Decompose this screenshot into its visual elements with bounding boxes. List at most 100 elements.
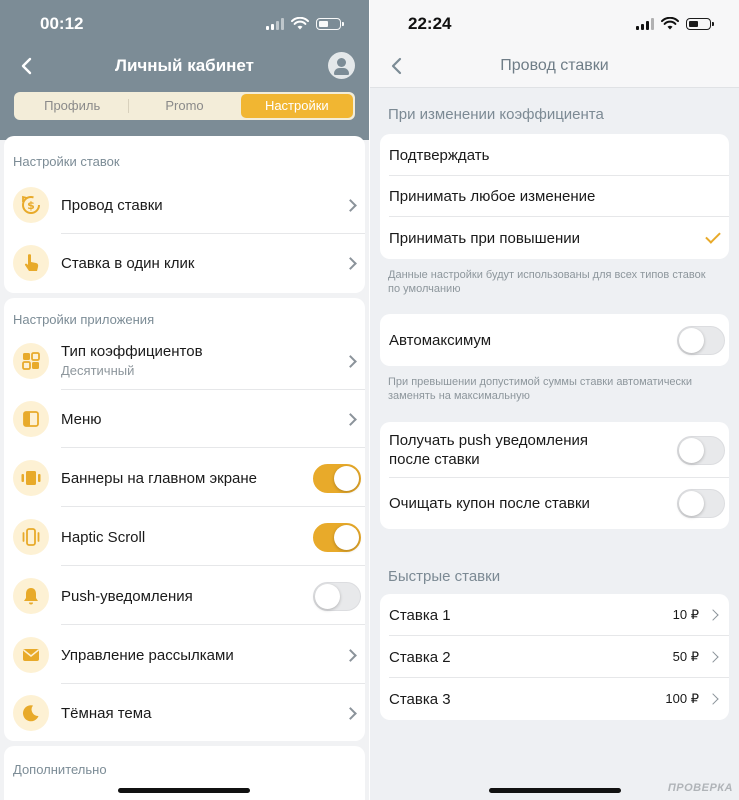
checkmark-icon	[705, 228, 721, 244]
automax-row[interactable]: Автомаксимум	[380, 319, 729, 361]
bell-icon	[13, 578, 49, 614]
clear-coupon-row[interactable]: Очищать купон после ставки	[380, 482, 729, 524]
settings-row-bet-confirm[interactable]: $ Провод ставки	[4, 176, 365, 234]
settings-row-dark-theme[interactable]: Тёмная тема	[4, 684, 365, 742]
profile-settings-screen: 00:12 Личный кабинет Профиль Promo Настр…	[0, 0, 369, 800]
row-label: Тёмная тема	[61, 704, 152, 722]
bet-processing-header: 22:24 Провод ставки	[370, 0, 739, 88]
haptic-toggle[interactable]	[313, 522, 361, 552]
option-accept-any[interactable]: Принимать любое изменение	[380, 175, 729, 217]
watermark: ПРОВЕРКА	[667, 782, 733, 794]
quick-bet-2[interactable]: Ставка 2 50 ₽	[380, 636, 729, 678]
settings-row-one-click[interactable]: Ставка в один клик	[4, 234, 365, 292]
tab-settings[interactable]: Настройки	[240, 94, 353, 118]
chevron-right-icon	[344, 706, 357, 720]
chevron-right-icon	[344, 354, 357, 368]
chevron-right-icon	[344, 198, 357, 212]
automax-toggle[interactable]	[677, 325, 725, 355]
quick-bets-card: Ставка 1 10 ₽ Ставка 2 50 ₽ Ставка 3 100…	[380, 594, 729, 720]
settings-row-push[interactable]: Push-уведомления	[4, 567, 365, 625]
battery-icon	[316, 17, 344, 30]
status-icons	[636, 17, 714, 30]
quick-bet-label: Ставка 3	[389, 690, 451, 708]
quick-bet-value: 100 ₽	[665, 691, 699, 706]
automax-card: Автомаксимум	[380, 314, 729, 366]
chevron-right-icon	[707, 609, 719, 621]
app-settings-card: Настройки приложения Тип коэффициентов Д…	[4, 298, 365, 741]
settings-row-mailing[interactable]: Управление рассылками	[4, 626, 365, 684]
chevron-right-icon	[344, 412, 357, 426]
push-after-bet-label: Получать push уведомления после ставки	[389, 432, 589, 468]
chevron-right-icon	[707, 651, 719, 663]
home-indicator	[489, 788, 621, 793]
settings-row-menu[interactable]: Меню	[4, 390, 365, 448]
section-title: Дополнительно	[13, 762, 107, 777]
chevron-right-icon	[707, 693, 719, 705]
quick-bet-1[interactable]: Ставка 1 10 ₽	[380, 594, 729, 636]
push-after-bet-toggle[interactable]	[677, 435, 725, 465]
section-title: Настройки ставок	[13, 154, 120, 169]
banners-icon	[13, 460, 49, 496]
quick-bet-3[interactable]: Ставка 3 100 ₽	[380, 678, 729, 720]
odds-change-card: Подтверждать Принимать любое изменение П…	[380, 134, 729, 259]
bet-confirm-icon: $	[13, 187, 49, 223]
battery-icon	[686, 17, 714, 30]
quick-bet-value: 10 ₽	[672, 607, 699, 622]
home-indicator	[118, 788, 250, 793]
push-after-bet-row[interactable]: Получать push уведомления после ставки	[380, 422, 729, 478]
option-confirm[interactable]: Подтверждать	[380, 134, 729, 176]
tap-finger-icon	[13, 245, 49, 281]
banners-toggle[interactable]	[313, 463, 361, 493]
page-title: Личный кабинет	[115, 56, 254, 75]
option-label: Принимать любое изменение	[389, 187, 596, 205]
settings-row-odds-type[interactable]: Тип коэффициентов Десятичный	[4, 332, 365, 390]
quick-bet-value: 50 ₽	[672, 649, 699, 664]
row-label: Меню	[61, 410, 102, 428]
row-sublabel: Десятичный	[61, 363, 135, 378]
row-label: Ставка в один клик	[61, 254, 195, 272]
push-toggle[interactable]	[313, 581, 361, 611]
chevron-right-icon	[344, 256, 357, 270]
tab-profile[interactable]: Профиль	[16, 94, 128, 118]
signal-icon	[266, 17, 284, 30]
row-label: Баннеры на главном экране	[61, 469, 258, 487]
status-icons	[266, 17, 344, 30]
profile-tabs: Профиль Promo Настройки	[14, 92, 355, 120]
page-title: Провод ставки	[500, 57, 609, 74]
settings-row-haptic[interactable]: Haptic Scroll	[4, 508, 365, 566]
status-bar: 00:12	[0, 0, 369, 48]
option-label: Принимать при повышении	[389, 229, 580, 247]
section-title: Быстрые ставки	[388, 568, 501, 585]
clear-coupon-label: Очищать купон после ставки	[389, 494, 590, 512]
bet-processing-screen: 22:24 Провод ставки При изменении коэффи…	[370, 0, 739, 800]
row-label: Провод ставки	[61, 196, 163, 214]
status-time: 00:12	[40, 14, 84, 33]
automax-label: Автомаксимум	[389, 331, 492, 349]
status-bar: 22:24	[370, 0, 739, 48]
wifi-icon	[661, 17, 679, 30]
tab-promo[interactable]: Promo	[128, 94, 240, 118]
settings-row-banners[interactable]: Баннеры на главном экране	[4, 449, 365, 507]
row-label: Push-уведомления	[61, 587, 193, 605]
grid-icon	[13, 343, 49, 379]
quick-bet-label: Ставка 1	[389, 606, 451, 624]
avatar-icon[interactable]	[328, 52, 355, 79]
after-bet-card: Получать push уведомления после ставки О…	[380, 422, 729, 529]
option-accept-increase[interactable]: Принимать при повышении	[380, 217, 729, 259]
svg-text:$: $	[27, 199, 35, 212]
status-time: 22:24	[408, 14, 452, 33]
vibration-icon	[13, 519, 49, 555]
wifi-icon	[291, 17, 309, 30]
row-label: Haptic Scroll	[61, 528, 146, 546]
menu-panel-icon	[13, 401, 49, 437]
signal-icon	[636, 17, 654, 30]
section-title: Настройки приложения	[13, 312, 155, 327]
quick-bet-label: Ставка 2	[389, 648, 451, 666]
row-label: Тип коэффициентов	[61, 343, 203, 360]
mail-icon	[13, 637, 49, 673]
row-label: Управление рассылками	[61, 646, 234, 664]
moon-icon	[13, 695, 49, 731]
clear-coupon-toggle[interactable]	[677, 488, 725, 518]
bet-settings-card: Настройки ставок $ Провод ставки Ставка …	[4, 136, 365, 293]
automax-hint: При превышении допустимой суммы ставки а…	[388, 376, 692, 402]
